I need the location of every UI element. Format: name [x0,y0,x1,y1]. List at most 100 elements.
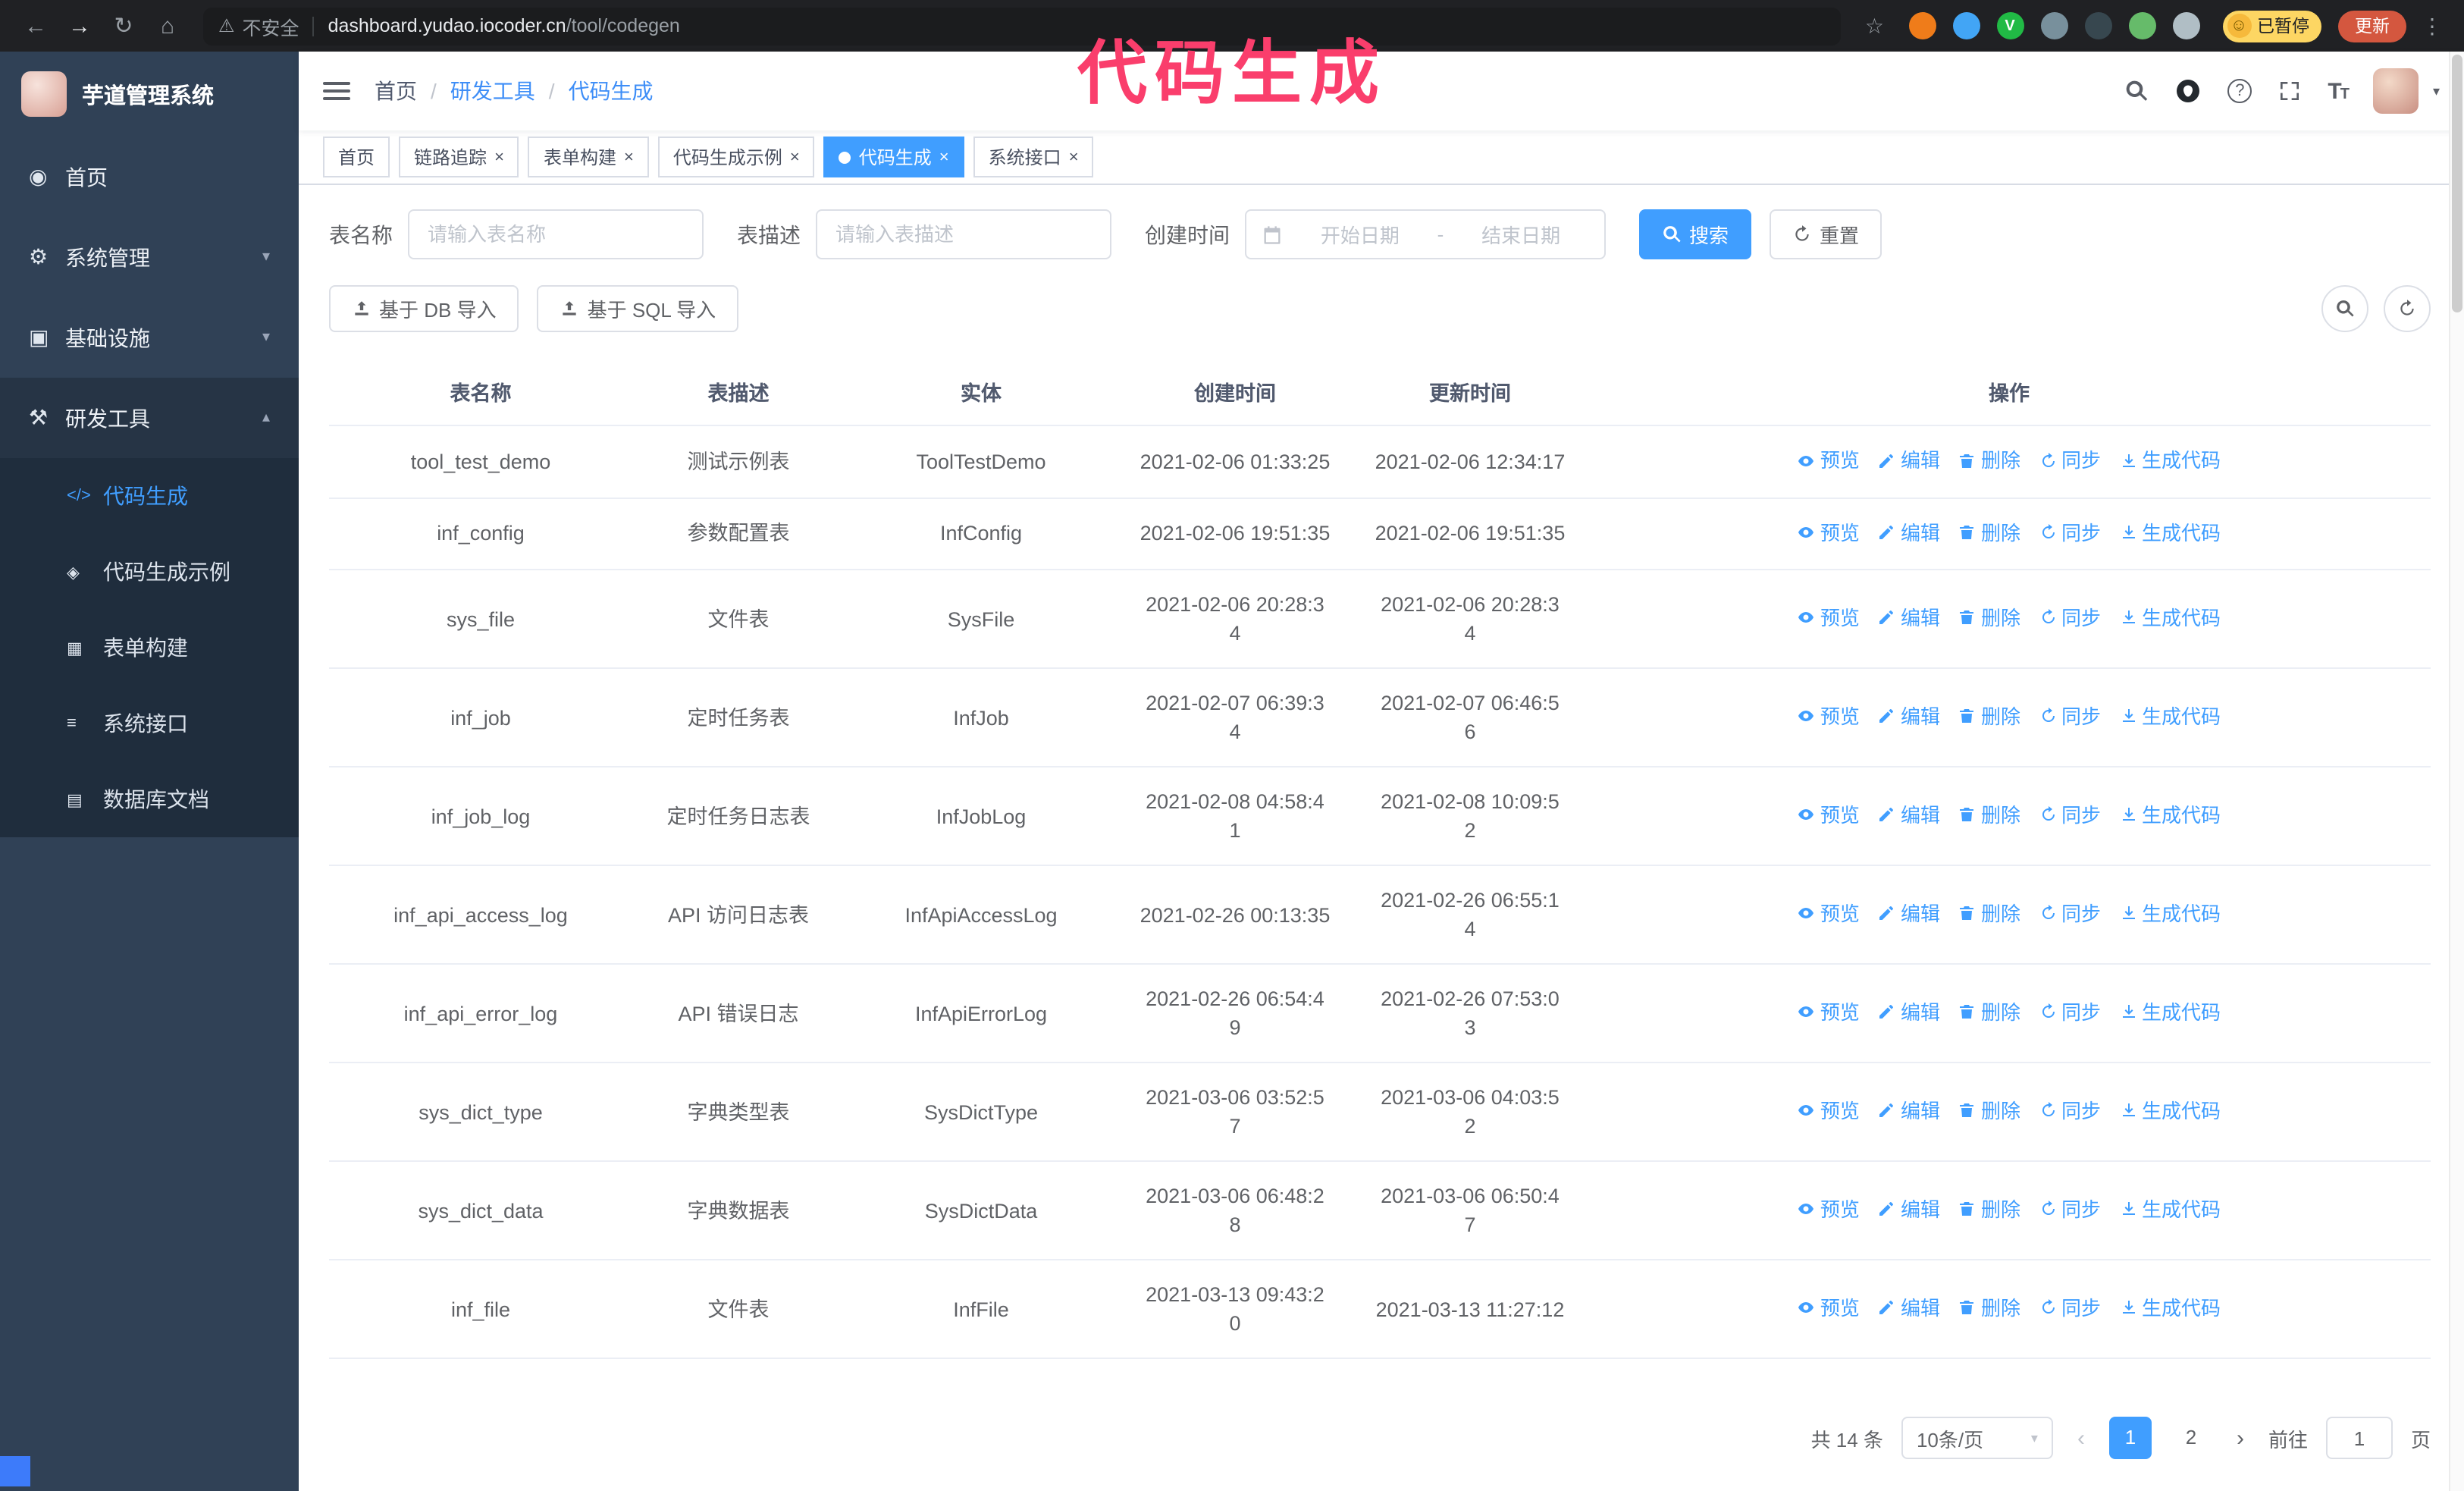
goto-page-input[interactable] [2325,1417,2393,1459]
search-button[interactable]: 搜索 [1639,209,1752,259]
generate-code-link[interactable]: 生成代码 [2119,1195,2221,1224]
edit-link[interactable]: 编辑 [1878,702,1940,731]
preview-link[interactable]: 预览 [1798,1195,1860,1224]
close-icon[interactable]: × [624,148,634,166]
reload-icon[interactable]: ↻ [103,5,144,46]
generate-code-link[interactable]: 生成代码 [2119,998,2221,1027]
fullscreen-icon[interactable] [2277,79,2302,103]
bookmark-star-icon[interactable]: ☆ [1865,13,1884,39]
user-avatar[interactable] [2373,68,2419,114]
preview-link[interactable]: 预览 [1798,998,1860,1027]
generate-code-link[interactable]: 生成代码 [2119,801,2221,830]
generate-code-link[interactable]: 生成代码 [2119,702,2221,731]
delete-link[interactable]: 删除 [1958,1097,2020,1125]
extension-dark-icon[interactable] [2084,12,2111,39]
table-desc-input[interactable] [816,209,1111,259]
extension-drop-icon[interactable] [1952,12,1980,39]
delete-link[interactable]: 删除 [1958,998,2020,1027]
edit-link[interactable]: 编辑 [1878,604,1940,632]
edit-link[interactable]: 编辑 [1878,518,1940,547]
preview-link[interactable]: 预览 [1798,446,1860,475]
extension-leaf-icon[interactable] [2128,12,2155,39]
home-icon[interactable]: ⌂ [147,5,188,46]
sidebar-item-home[interactable]: ◉ 首页 [0,137,299,217]
sync-link[interactable]: 同步 [2039,1195,2101,1224]
extension-v-icon[interactable]: V [1996,12,2024,39]
preview-link[interactable]: 预览 [1798,801,1860,830]
help-icon[interactable]: ? [2227,79,2252,103]
browser-menu-icon[interactable]: ⋮ [2422,13,2443,39]
delete-link[interactable]: 删除 [1958,702,2020,731]
edit-link[interactable]: 编辑 [1878,801,1940,830]
update-button[interactable]: 更新 [2338,10,2406,42]
tab-form-builder[interactable]: 表单构建 × [528,137,649,177]
preview-link[interactable]: 预览 [1798,899,1860,928]
edit-link[interactable]: 编辑 [1878,1195,1940,1224]
close-icon[interactable]: × [939,148,949,166]
edit-link[interactable]: 编辑 [1878,998,1940,1027]
sync-link[interactable]: 同步 [2039,801,2101,830]
refresh-table-button[interactable] [2384,285,2431,332]
avatar-caret-icon[interactable]: ▾ [2433,83,2440,99]
reset-button[interactable]: 重置 [1770,209,1882,259]
preview-link[interactable]: 预览 [1798,1294,1860,1323]
generate-code-link[interactable]: 生成代码 [2119,899,2221,928]
preview-link[interactable]: 预览 [1798,1097,1860,1125]
profile-paused-badge[interactable]: ☺ 已暂停 [2222,10,2321,42]
import-sql-button[interactable]: 基于 SQL 导入 [537,285,739,332]
forward-icon[interactable]: → [59,5,100,46]
preview-link[interactable]: 预览 [1798,518,1860,547]
import-db-button[interactable]: 基于 DB 导入 [329,285,519,332]
sync-link[interactable]: 同步 [2039,899,2101,928]
generate-code-link[interactable]: 生成代码 [2119,1294,2221,1323]
close-icon[interactable]: × [1069,148,1079,166]
sync-link[interactable]: 同步 [2039,1294,2101,1323]
tab-codegen[interactable]: 代码生成 × [823,137,964,177]
collapse-sidebar-icon[interactable] [323,82,350,100]
extension-users-icon[interactable] [2040,12,2067,39]
delete-link[interactable]: 删除 [1958,1294,2020,1323]
page-button-2[interactable]: 2 [2170,1417,2212,1459]
sidebar-item-api[interactable]: ≡ 系统接口 [0,686,299,761]
breadcrumb-home[interactable]: 首页 [375,76,417,106]
generate-code-link[interactable]: 生成代码 [2119,446,2221,475]
prev-page-button[interactable]: ‹ [2071,1425,2091,1451]
delete-link[interactable]: 删除 [1958,801,2020,830]
search-icon[interactable] [2124,79,2149,103]
page-scrollbar[interactable] [2449,52,2464,1491]
close-icon[interactable]: × [494,148,504,166]
scrollbar-thumb[interactable] [2452,55,2462,312]
sidebar-item-codegen-demo[interactable]: ◈ 代码生成示例 [0,534,299,610]
sidebar-item-form-builder[interactable]: ▦ 表单构建 [0,610,299,686]
extension-puzzle-icon[interactable] [2172,12,2199,39]
tab-codegen-demo[interactable]: 代码生成示例 × [657,137,815,177]
tab-api[interactable]: 系统接口 × [973,137,1094,177]
sidebar-item-devtools[interactable]: ⚒ 研发工具 ▴ [0,378,299,458]
sync-link[interactable]: 同步 [2039,998,2101,1027]
edit-link[interactable]: 编辑 [1878,1294,1940,1323]
sidebar-item-infra[interactable]: ▣ 基础设施 ▾ [0,297,299,378]
breadcrumb-devtools[interactable]: 研发工具 [450,76,535,106]
sync-link[interactable]: 同步 [2039,604,2101,632]
back-icon[interactable]: ← [15,5,56,46]
tab-home[interactable]: 首页 [323,137,390,177]
sidebar-logo[interactable]: 芋道管理系统 [0,52,299,137]
close-icon[interactable]: × [790,148,800,166]
github-icon[interactable] [2174,77,2202,105]
delete-link[interactable]: 删除 [1958,604,2020,632]
edit-link[interactable]: 编辑 [1878,446,1940,475]
sync-link[interactable]: 同步 [2039,1097,2101,1125]
sync-link[interactable]: 同步 [2039,702,2101,731]
preview-link[interactable]: 预览 [1798,702,1860,731]
sidebar-item-system[interactable]: ⚙ 系统管理 ▾ [0,217,299,297]
generate-code-link[interactable]: 生成代码 [2119,518,2221,547]
delete-link[interactable]: 删除 [1958,518,2020,547]
date-range-picker[interactable]: 开始日期 - 结束日期 [1245,209,1606,259]
preview-link[interactable]: 预览 [1798,604,1860,632]
tab-tracing[interactable]: 链路追踪 × [399,137,519,177]
edit-link[interactable]: 编辑 [1878,1097,1940,1125]
generate-code-link[interactable]: 生成代码 [2119,604,2221,632]
sync-link[interactable]: 同步 [2039,518,2101,547]
sidebar-item-codegen[interactable]: </> 代码生成 [0,458,299,534]
edit-link[interactable]: 编辑 [1878,899,1940,928]
